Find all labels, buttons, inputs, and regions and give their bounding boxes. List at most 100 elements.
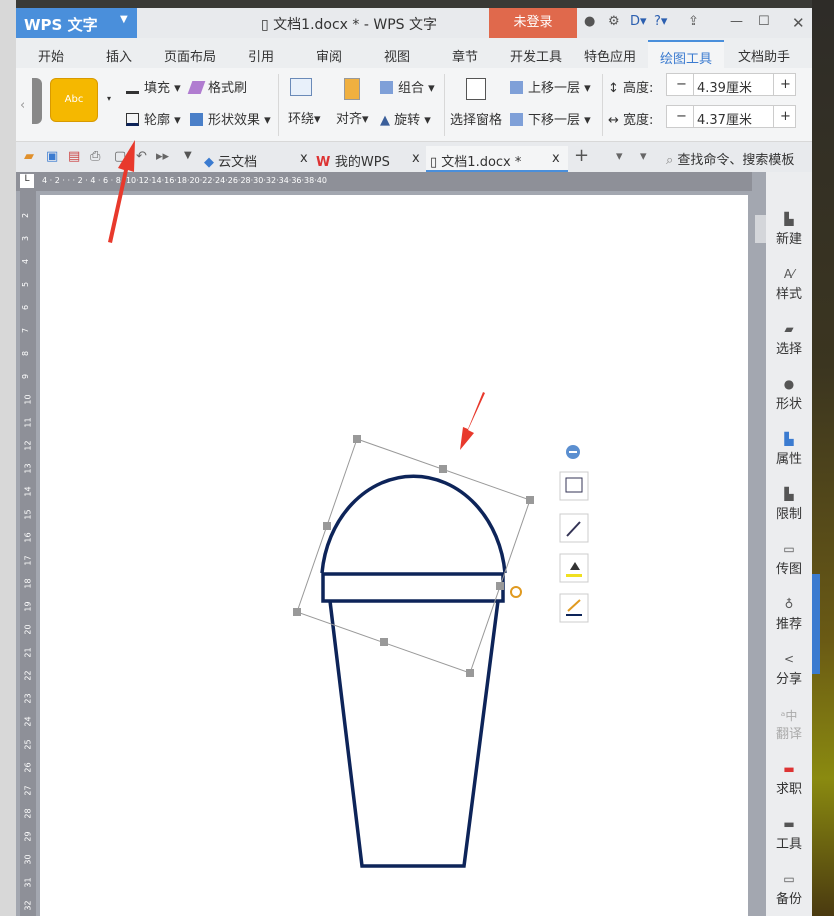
sidebar-item-style[interactable]: A⁄ 样式 [766, 267, 812, 302]
rotate-button[interactable]: ▲ 旋转 ▾ [380, 109, 431, 128]
format-painter-button[interactable]: 格式刷 [187, 77, 247, 96]
ruler-ticks: 4 · 2 · · · 2 · 4 · 6 · 8 ·10·12·14·16·1… [42, 176, 327, 185]
skin-icon[interactable]: ● [584, 14, 595, 29]
bring-forward-button[interactable]: 上移一层 ▾ [510, 77, 591, 96]
vruler-tick: 16 [23, 532, 33, 543]
outline-icon [126, 113, 139, 126]
vruler-tick: 31 [23, 877, 33, 888]
sidebar-item-recommend[interactable]: ♁ 推荐 [766, 597, 812, 632]
sidebar-item-translate[interactable]: ᵃ中 翻译 [766, 707, 812, 742]
tab-doc-assistant[interactable]: 文档助手 [738, 46, 790, 65]
shape-effects-button[interactable]: 形状效果 ▾ [190, 109, 271, 128]
selection-pane-button[interactable]: 选择窗格 [450, 109, 502, 128]
sidebar-item-upload-image[interactable]: ▭ 传图 [766, 542, 812, 577]
tab-layout[interactable]: 页面布局 [164, 46, 216, 65]
height-input[interactable]: 4.39厘米 [697, 77, 752, 96]
tab-view[interactable]: 视图 [384, 46, 410, 65]
close-button[interactable]: ✕ [792, 14, 805, 32]
pin-icon[interactable]: ⇪ [688, 14, 699, 29]
scroll-left-icon[interactable]: ‹ [20, 98, 25, 113]
width-stepper[interactable]: −4.37厘米 + [666, 105, 796, 128]
tab-review[interactable]: 审阅 [316, 46, 342, 65]
tab-special[interactable]: 特色应用 [584, 46, 636, 65]
close-tab-icon[interactable]: x [552, 151, 560, 166]
height-stepper[interactable]: −4.39厘米 + [666, 73, 796, 96]
undo-icon[interactable]: ↶ [136, 149, 147, 164]
width-increase[interactable]: + [780, 109, 791, 124]
new-tab-button[interactable]: + [574, 145, 589, 166]
close-tab-icon[interactable]: x [412, 151, 420, 166]
fill-button[interactable]: 填充 ▾ [126, 77, 181, 96]
tab-drawing-tools[interactable]: 绘图工具 [648, 40, 725, 68]
tab-insert[interactable]: 插入 [106, 46, 132, 65]
sidebar-item-new-doc[interactable]: ▙ 新建 [766, 212, 812, 247]
shape-style-preview[interactable]: Abc [50, 78, 98, 122]
close-tab-icon[interactable]: x [300, 151, 308, 166]
redo-icon[interactable]: ▸▸ [156, 149, 169, 164]
sidebar-item-shape[interactable]: ● 形状 [766, 377, 812, 412]
group-button[interactable]: 组合 ▾ [380, 77, 435, 96]
sidebar-item-restrict[interactable]: ▙ 限制 [766, 487, 812, 522]
preview-icon[interactable]: ▢ [114, 149, 126, 164]
height-decrease[interactable]: − [676, 77, 687, 92]
height-increase[interactable]: + [780, 77, 791, 92]
desktop-right [812, 0, 834, 916]
property-icon: ▙ [784, 432, 794, 446]
cube-icon [190, 113, 203, 126]
minimize-button[interactable]: — [730, 14, 743, 29]
maximize-button[interactable]: ☐ [758, 14, 770, 29]
save-icon[interactable]: ▣ [46, 149, 58, 164]
sidebar-item-share[interactable]: < 分享 [766, 652, 812, 687]
command-search[interactable]: ⌕ 查找命令、搜索模板 [666, 149, 794, 168]
vruler-tick: 29 [23, 831, 33, 842]
send-backward-button[interactable]: 下移一层 ▾ [510, 109, 591, 128]
sidebar-item-label: 推荐 [775, 617, 802, 632]
tab-developer[interactable]: 开发工具 [510, 46, 562, 65]
export-pdf-icon[interactable]: ▤ [68, 149, 80, 164]
vertical-scrollbar[interactable] [752, 172, 766, 916]
sidebar-item-toolbox[interactable]: ▬ 工具 [766, 817, 812, 852]
help-icon[interactable]: ?▾ [654, 14, 667, 29]
align-button[interactable]: 对齐▾ [336, 108, 369, 127]
scrollbar-thumb[interactable] [755, 215, 766, 243]
tab-document1[interactable]: ▯ 文档1.docx * x [426, 146, 568, 172]
sidebar-item-job[interactable]: ▬ 求职 [766, 762, 812, 797]
sidebar-item-select[interactable]: ▰ 选择 [766, 322, 812, 357]
shape-icon: ● [783, 377, 795, 391]
sidebar-item-backup[interactable]: ▭ 备份 [766, 872, 812, 907]
style-more-icon[interactable]: ▾ [107, 94, 111, 103]
tab-stop-selector[interactable]: L [20, 174, 34, 188]
settings-icon[interactable]: ⚙ [608, 14, 620, 29]
tab-my-wps[interactable]: W 我的WPS x [316, 146, 424, 172]
width-input[interactable]: 4.37厘米 [697, 109, 752, 128]
print-icon[interactable]: ⎙ [90, 149, 100, 164]
document-page[interactable] [40, 195, 748, 916]
wps-logo-icon: W [316, 155, 335, 170]
desktop-left [0, 0, 16, 916]
horizontal-ruler[interactable]: L 4 · 2 · · · 2 · 4 · 6 · 8 ·10·12·14·16… [16, 172, 752, 191]
width-decrease[interactable]: − [676, 109, 687, 124]
bookmark-icon[interactable]: ▾ [640, 149, 647, 164]
app-menu-button[interactable]: WPS 文字 ▼ [16, 8, 137, 38]
tab-start[interactable]: 开始 [38, 46, 64, 65]
vruler-tick: 23 [23, 693, 33, 704]
selection-pane-icon [466, 78, 486, 100]
vruler-tick: 19 [23, 601, 33, 612]
outline-button[interactable]: 轮廓 ▾ [126, 109, 181, 128]
customize-dropdown-icon[interactable]: ▼ [184, 150, 192, 161]
tab-chapter[interactable]: 章节 [452, 46, 478, 65]
login-button[interactable]: 未登录 [489, 8, 577, 38]
open-icon[interactable]: ▰ [24, 149, 34, 164]
sidebar-collapse-tab[interactable] [812, 574, 820, 674]
vruler-tick: 3 [21, 235, 31, 242]
vertical-ruler[interactable]: 2 3 4 5 6 7 8 9 10 11 12 13 14 15 16 17 18 19 20 21 22 23 24 25… [20, 191, 36, 916]
feedback-icon[interactable]: ▾ [616, 149, 623, 164]
recommend-icon: ♁ [784, 597, 794, 611]
d-icon[interactable]: D▾ [630, 14, 647, 29]
sidebar-item-property[interactable]: ▙ 属性 [766, 432, 812, 467]
style-prev[interactable] [32, 78, 42, 124]
wrap-button[interactable]: 环绕▾ [288, 108, 321, 127]
tab-cloud-docs[interactable]: ◆ 云文档 x [204, 146, 312, 172]
sidebar-item-label: 分享 [775, 672, 802, 687]
tab-reference[interactable]: 引用 [248, 46, 274, 65]
